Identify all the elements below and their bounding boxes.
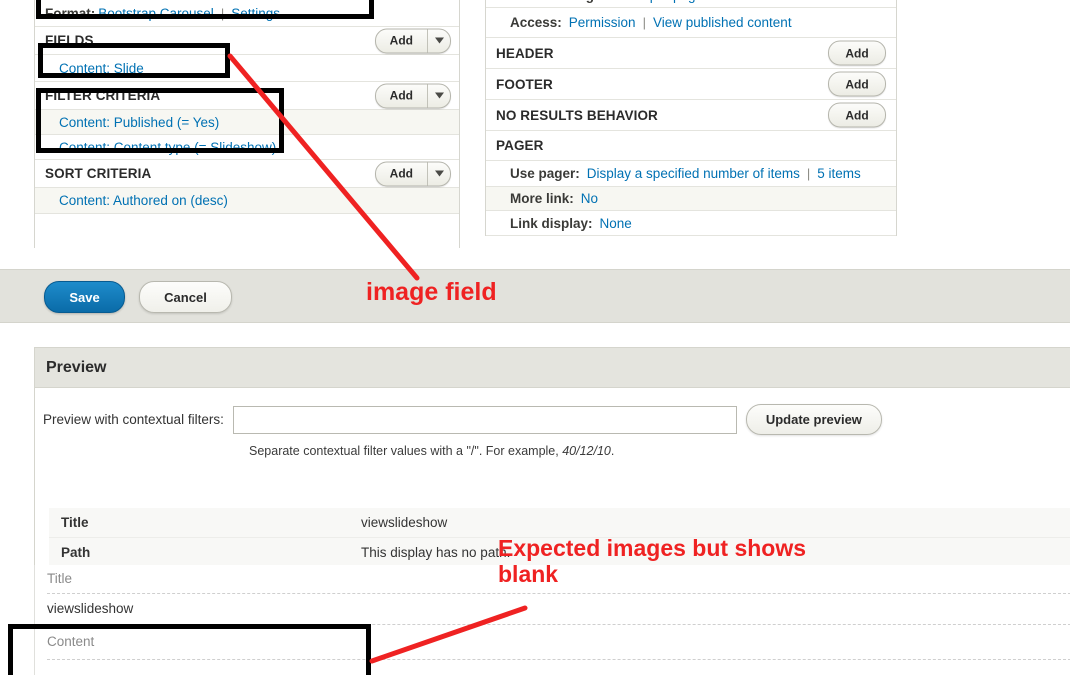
table-row: Title viewslideshow <box>49 508 1070 538</box>
format-value-link[interactable]: Bootstrap Carousel <box>98 6 214 21</box>
row-link-display[interactable]: Link display: None <box>486 211 896 236</box>
cancel-button-label: Cancel <box>164 289 207 305</box>
access-label: Access: <box>510 15 562 30</box>
section-header: HEADER Add <box>486 38 896 69</box>
link-display-label: Link display: <box>510 215 593 231</box>
row-allow-settings[interactable]: Allow settings: Items per page <box>486 0 896 8</box>
views-edit-region: Format: Bootstrap Carousel | Settings FI… <box>0 0 1070 268</box>
link-display-value[interactable]: None <box>600 216 632 231</box>
sort-link-authored-on[interactable]: Content: Authored on (desc) <box>45 193 228 208</box>
help-suffix: . <box>610 444 615 458</box>
contextual-filter-help: Separate contextual filter values with a… <box>249 444 1070 458</box>
use-pager-label: Use pager: <box>510 166 580 181</box>
info-value-title: viewslideshow <box>349 508 1070 538</box>
field-link-content-slide[interactable]: Content: Slide <box>45 61 144 76</box>
add-no-results-button[interactable]: Add <box>828 102 886 128</box>
output-label-content: Content <box>47 625 1070 660</box>
access-permission-link[interactable]: Permission <box>569 15 636 30</box>
form-actions-bar: Save Cancel <box>0 269 1070 323</box>
save-button[interactable]: Save <box>44 281 125 313</box>
add-field-label: Add <box>389 33 413 48</box>
row-more-link[interactable]: More link: No <box>486 187 896 211</box>
separator: | <box>806 166 811 181</box>
add-footer-button[interactable]: Add <box>828 71 886 97</box>
info-key-title: Title <box>49 508 349 538</box>
format-label: Format: <box>45 5 96 21</box>
views-right-column: Allow settings: Items per page Access: P… <box>485 0 897 236</box>
section-title-header: HEADER <box>496 45 554 61</box>
more-link-value[interactable]: No <box>581 191 598 206</box>
section-title-fields: FIELDS <box>45 33 94 48</box>
page-root: Format: Bootstrap Carousel | Settings FI… <box>0 0 1070 675</box>
filter-item-published[interactable]: Content: Published (= Yes) <box>35 110 459 135</box>
section-title-footer: FOOTER <box>496 76 553 92</box>
output-value-content <box>47 660 1070 675</box>
chevron-down-icon[interactable] <box>427 162 450 185</box>
views-left-column: Format: Bootstrap Carousel | Settings FI… <box>34 0 460 255</box>
section-filter-criteria: FILTER CRITERIA Add <box>35 82 459 110</box>
chevron-down-icon[interactable] <box>427 84 450 107</box>
row-access[interactable]: Access: Permission | View published cont… <box>486 8 896 38</box>
help-prefix: Separate contextual filter values with a… <box>249 444 563 458</box>
more-link-label: More link: <box>510 191 574 206</box>
add-filter-label: Add <box>389 88 413 103</box>
format-settings-link[interactable]: Settings <box>231 6 280 21</box>
add-sort-label: Add <box>389 166 413 181</box>
help-example: 40/12/10 <box>562 444 611 458</box>
contextual-filter-row: Preview with contextual filters: Update … <box>35 404 1070 435</box>
update-preview-button[interactable]: Update preview <box>745 404 882 435</box>
filter-link-content-type[interactable]: Content: Content type (= Slideshow) <box>45 140 276 155</box>
output-field-content: Content <box>35 625 1070 675</box>
annotation-image-field: image field <box>366 278 497 306</box>
filter-link-published[interactable]: Content: Published (= Yes) <box>45 115 219 130</box>
add-field-button[interactable]: Add <box>374 28 451 53</box>
row-use-pager[interactable]: Use pager: Display a specified number of… <box>486 161 896 187</box>
add-filter-button[interactable]: Add <box>374 83 451 108</box>
sort-item-authored-on[interactable]: Content: Authored on (desc) <box>35 188 459 214</box>
add-header-button[interactable]: Add <box>828 40 886 66</box>
section-title-pager: PAGER <box>496 138 544 153</box>
left-column-filler <box>35 214 459 255</box>
use-pager-items-link[interactable]: 5 items <box>817 166 861 181</box>
section-title-filter-criteria: FILTER CRITERIA <box>45 88 161 103</box>
section-sort-criteria: SORT CRITERIA Add <box>35 160 459 188</box>
preview-heading: Preview <box>35 348 1070 388</box>
info-key-path: Path <box>49 537 349 568</box>
section-title-no-results: NO RESULTS BEHAVIOR <box>496 107 658 123</box>
access-view-published-link[interactable]: View published content <box>653 15 792 30</box>
add-footer-label: Add <box>845 77 869 91</box>
save-button-label: Save <box>69 289 100 305</box>
section-fields: FIELDS Add <box>35 27 459 55</box>
section-footer: FOOTER Add <box>486 69 896 100</box>
allow-settings-label: Allow settings: <box>496 0 606 3</box>
field-item-slide[interactable]: Content: Slide <box>35 55 459 82</box>
section-no-results-behavior: NO RESULTS BEHAVIOR Add <box>486 100 896 131</box>
contextual-filter-label: Preview with contextual filters: <box>43 412 224 427</box>
filter-item-content-type[interactable]: Content: Content type (= Slideshow) <box>35 135 459 160</box>
section-title-sort-criteria: SORT CRITERIA <box>45 166 152 181</box>
add-no-results-label: Add <box>845 108 869 122</box>
separator: | <box>642 15 646 30</box>
section-pager: PAGER <box>486 131 896 161</box>
separator: | <box>220 5 225 21</box>
annotation-expected-images: Expected images but shows blank <box>498 535 807 587</box>
update-preview-label: Update preview <box>765 412 862 427</box>
use-pager-value-link[interactable]: Display a specified number of items <box>587 166 800 181</box>
add-sort-button[interactable]: Add <box>374 161 451 186</box>
contextual-filter-input[interactable] <box>232 405 737 434</box>
row-format[interactable]: Format: Bootstrap Carousel | Settings <box>35 0 459 27</box>
add-header-label: Add <box>845 46 869 60</box>
cancel-button[interactable]: Cancel <box>139 281 232 313</box>
chevron-down-icon[interactable] <box>427 29 450 52</box>
output-value-title: viewslideshow <box>47 594 1070 625</box>
preview-heading-text: Preview <box>46 358 107 376</box>
allow-settings-link[interactable]: Items per page <box>613 0 703 3</box>
